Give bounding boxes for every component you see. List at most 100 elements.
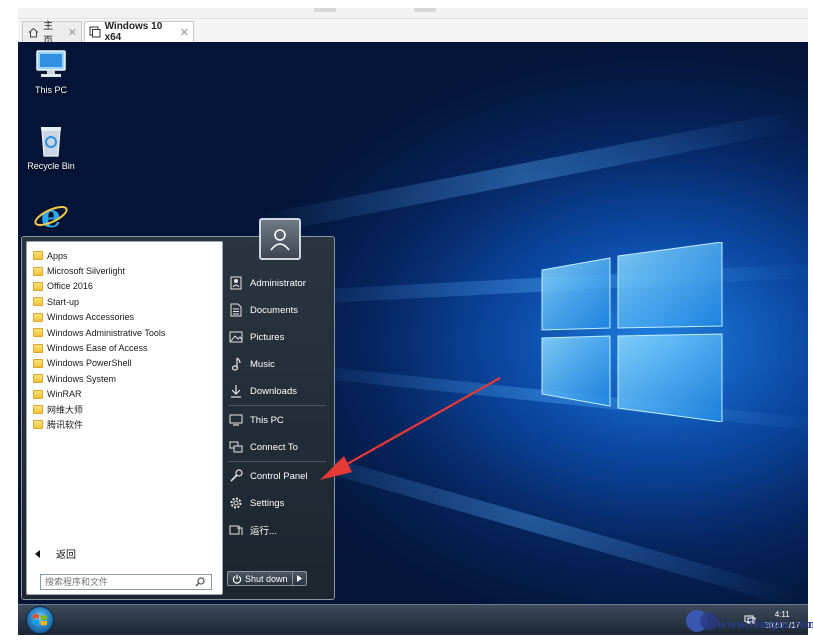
program-folder[interactable]: Windows System	[33, 371, 218, 386]
start-item-label: This PC	[250, 414, 284, 426]
watermark-logo: www.itwgm.com	[683, 606, 813, 636]
windows-logo-icon	[541, 242, 723, 422]
start-item-run[interactable]: 运行...	[228, 519, 328, 541]
program-folder[interactable]: Start-up	[33, 294, 218, 309]
chevron-right-icon	[296, 575, 302, 582]
documents-icon	[228, 302, 244, 318]
shutdown-options-button[interactable]	[292, 571, 307, 586]
shutdown-button[interactable]: Shut down	[227, 571, 293, 586]
back-arrow-icon	[35, 549, 40, 558]
back-button[interactable]: 返回	[35, 546, 76, 561]
tab-vm[interactable]: Windows 10 x64 ✕	[84, 21, 194, 43]
program-list: Apps Microsoft Silverlight Office 2016 S…	[33, 248, 218, 433]
close-icon[interactable]: ✕	[62, 26, 77, 39]
control-panel-icon	[228, 468, 244, 484]
settings-gear-icon	[228, 495, 244, 511]
program-label: Windows System	[47, 373, 117, 384]
folder-icon	[33, 405, 43, 415]
start-item-label: Downloads	[250, 385, 297, 397]
start-item-pictures[interactable]: Pictures	[228, 326, 328, 348]
close-icon[interactable]: ✕	[174, 26, 189, 39]
program-folder[interactable]: WinRAR	[33, 387, 218, 402]
back-label: 返回	[56, 550, 76, 561]
program-folder[interactable]: Office 2016	[33, 279, 218, 294]
search-box[interactable]	[40, 574, 212, 590]
start-item-documents[interactable]: Documents	[228, 299, 328, 321]
program-label: Windows Administrative Tools	[47, 327, 166, 338]
folder-icon	[33, 420, 43, 430]
svg-text:e: e	[41, 198, 61, 232]
this-pc-icon	[228, 412, 244, 428]
program-label: Windows Ease of Access	[47, 343, 148, 354]
folder-icon	[33, 343, 43, 353]
folder-icon	[33, 266, 43, 276]
music-icon	[228, 356, 244, 372]
power-icon	[232, 574, 242, 584]
shutdown-label: Shut down	[245, 573, 288, 584]
start-item-label: Music	[250, 358, 275, 370]
shutdown-control: Shut down	[227, 571, 307, 586]
vm-icon	[89, 25, 102, 39]
tab-bar: 主页 ✕ Windows 10 x64 ✕	[18, 19, 808, 47]
downloads-icon	[228, 383, 244, 399]
light-beam	[246, 110, 800, 237]
program-list-pane: Apps Microsoft Silverlight Office 2016 S…	[26, 241, 223, 595]
program-label: 网维大师	[47, 405, 84, 416]
desktop-icon-label: Recycle Bin	[27, 161, 75, 171]
program-label: Apps	[47, 250, 68, 261]
desktop-icon-recycle-bin[interactable]: Recycle Bin	[21, 124, 81, 171]
recycle-bin-icon	[33, 124, 69, 158]
start-item-label: Pictures	[250, 331, 285, 343]
folder-icon	[33, 251, 43, 261]
program-folder[interactable]: Microsoft Silverlight	[33, 263, 218, 278]
program-folder[interactable]: 网维大师	[33, 402, 218, 417]
program-folder[interactable]: Apps	[33, 248, 218, 263]
program-label: Start-up	[47, 296, 80, 307]
user-folder-icon	[228, 275, 244, 291]
desktop-icon-label: This PC	[34, 85, 67, 95]
windows-flag-icon	[33, 614, 47, 626]
start-item-label: Control Panel	[250, 470, 308, 482]
home-icon	[27, 25, 40, 39]
toolbar-grip	[414, 8, 436, 12]
program-folder[interactable]: Windows PowerShell	[33, 356, 218, 371]
program-label: Windows PowerShell	[47, 358, 132, 369]
folder-icon	[33, 281, 43, 291]
connect-to-icon	[228, 439, 244, 455]
folder-icon	[33, 297, 43, 307]
folder-icon	[33, 374, 43, 384]
run-icon	[228, 522, 244, 538]
program-folder[interactable]: 腾讯软件	[33, 417, 218, 432]
program-folder[interactable]: Windows Ease of Access	[33, 340, 218, 355]
program-folder[interactable]: Windows Accessories	[33, 310, 218, 325]
folder-icon	[33, 358, 43, 368]
start-item-label: Administrator	[250, 277, 306, 289]
search-icon[interactable]	[195, 577, 205, 589]
annotation-arrow	[320, 377, 501, 480]
watermark-text: www.itwgm.com	[717, 618, 813, 631]
desktop-icon-internet-explorer[interactable]: e	[21, 197, 81, 235]
desktop-icon-this-pc[interactable]: This PC	[21, 48, 81, 95]
program-label: 腾讯软件	[47, 420, 84, 431]
start-menu: Apps Microsoft Silverlight Office 2016 S…	[21, 218, 335, 600]
user-avatar[interactable]	[259, 218, 301, 260]
pictures-icon	[228, 329, 244, 345]
program-folder[interactable]: Windows Administrative Tools	[33, 325, 218, 340]
top-toolbar-strip	[18, 8, 808, 19]
program-label: Microsoft Silverlight	[47, 266, 126, 277]
tab-label: Windows 10 x64	[104, 21, 163, 43]
program-label: WinRAR	[47, 389, 82, 400]
folder-icon	[33, 389, 43, 399]
folder-icon	[33, 312, 43, 322]
start-button[interactable]	[26, 606, 54, 634]
folder-icon	[33, 328, 43, 338]
search-input[interactable]	[45, 577, 185, 587]
start-item-administrator[interactable]: Administrator	[228, 272, 328, 294]
program-label: Windows Accessories	[47, 312, 135, 323]
start-item-label: Documents	[250, 304, 299, 316]
tab-home[interactable]: 主页 ✕	[22, 21, 82, 47]
start-item-label: Settings	[250, 497, 285, 509]
toolbar-grip	[314, 8, 336, 12]
computer-icon	[33, 48, 69, 82]
start-item-settings[interactable]: Settings	[228, 492, 328, 514]
